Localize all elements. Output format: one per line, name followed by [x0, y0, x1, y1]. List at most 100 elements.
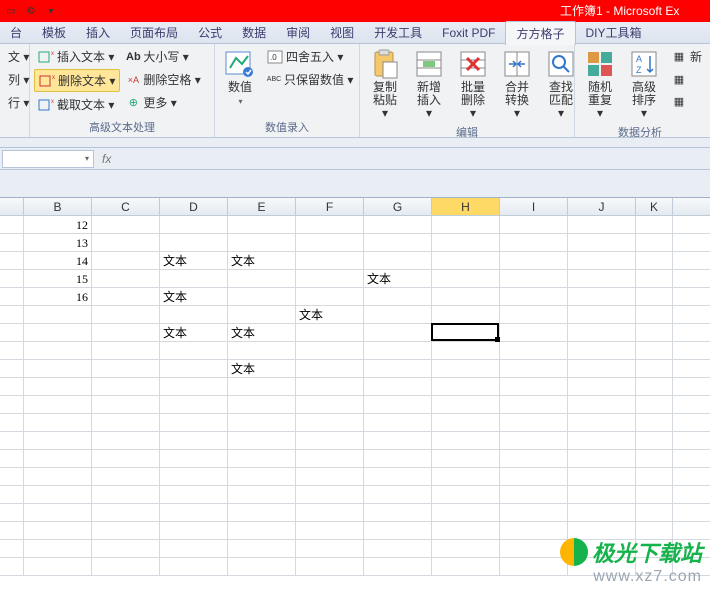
- cell[interactable]: [364, 522, 432, 539]
- cell[interactable]: [568, 324, 636, 341]
- cell[interactable]: [296, 360, 364, 377]
- merge-button[interactable]: 合并转换 ▾: [496, 46, 538, 122]
- cell[interactable]: [160, 504, 228, 521]
- cell[interactable]: [0, 252, 24, 269]
- trim-button[interactable]: ×A 删除空格 ▾: [122, 69, 204, 90]
- column-dropdown[interactable]: 列 ▾: [4, 69, 33, 90]
- col-header-C[interactable]: C: [92, 198, 160, 215]
- cell[interactable]: [296, 378, 364, 395]
- cell[interactable]: [296, 324, 364, 341]
- cell[interactable]: [568, 396, 636, 413]
- cell[interactable]: [0, 486, 24, 503]
- col-header-B[interactable]: B: [24, 198, 92, 215]
- tab-11[interactable]: DIY工具箱: [576, 21, 652, 44]
- cell[interactable]: [432, 558, 500, 575]
- cell[interactable]: [92, 450, 160, 467]
- tab-2[interactable]: 插入: [76, 21, 120, 44]
- tab-10[interactable]: 方方格子: [505, 21, 575, 45]
- cell[interactable]: [636, 468, 673, 485]
- cell[interactable]: [500, 234, 568, 251]
- cell[interactable]: [160, 486, 228, 503]
- cell[interactable]: [432, 396, 500, 413]
- cell[interactable]: [364, 324, 432, 341]
- cell[interactable]: [160, 558, 228, 575]
- cell[interactable]: [24, 360, 92, 377]
- cell[interactable]: 15: [24, 270, 92, 287]
- cell[interactable]: [92, 396, 160, 413]
- cell[interactable]: [500, 432, 568, 449]
- cell[interactable]: 14: [24, 252, 92, 269]
- cell[interactable]: [0, 396, 24, 413]
- insert-text-button[interactable]: x 插入文本 ▾: [34, 46, 120, 67]
- cell[interactable]: [364, 504, 432, 521]
- cell[interactable]: [500, 378, 568, 395]
- cell[interactable]: [92, 288, 160, 305]
- cell[interactable]: [364, 540, 432, 557]
- cell[interactable]: [568, 504, 636, 521]
- cell[interactable]: [160, 522, 228, 539]
- cell[interactable]: [24, 342, 92, 359]
- cell[interactable]: [364, 252, 432, 269]
- cell[interactable]: [160, 360, 228, 377]
- cell[interactable]: [160, 216, 228, 233]
- cell[interactable]: [24, 450, 92, 467]
- cell[interactable]: [500, 486, 568, 503]
- tab-1[interactable]: 模板: [32, 21, 76, 44]
- cell[interactable]: [432, 270, 500, 287]
- cell[interactable]: 文本: [160, 252, 228, 269]
- cell[interactable]: [568, 288, 636, 305]
- col-header-E[interactable]: E: [228, 198, 296, 215]
- cell[interactable]: 文本: [228, 360, 296, 377]
- cell[interactable]: [364, 306, 432, 323]
- cell[interactable]: [0, 558, 24, 575]
- cell[interactable]: 文本: [160, 288, 228, 305]
- cell[interactable]: [160, 432, 228, 449]
- cell[interactable]: [432, 234, 500, 251]
- cell[interactable]: [0, 468, 24, 485]
- cell[interactable]: [296, 522, 364, 539]
- cell[interactable]: [568, 540, 636, 557]
- cell[interactable]: 13: [24, 234, 92, 251]
- round-button[interactable]: .0 四舍五入 ▾: [263, 46, 357, 67]
- cell[interactable]: [432, 504, 500, 521]
- cell[interactable]: [228, 342, 296, 359]
- cell[interactable]: [636, 252, 673, 269]
- cell[interactable]: [0, 324, 24, 341]
- tab-4[interactable]: 公式: [188, 21, 232, 44]
- cell[interactable]: [92, 558, 160, 575]
- cell[interactable]: [432, 522, 500, 539]
- cell[interactable]: [92, 486, 160, 503]
- cell[interactable]: [92, 522, 160, 539]
- col-header-H[interactable]: H: [432, 198, 500, 215]
- cell[interactable]: [364, 486, 432, 503]
- cell[interactable]: [636, 540, 673, 557]
- cell[interactable]: [364, 468, 432, 485]
- cell[interactable]: [296, 504, 364, 521]
- more-button[interactable]: ⊕ 更多 ▾: [122, 92, 204, 113]
- cell[interactable]: [0, 540, 24, 557]
- cell[interactable]: [568, 432, 636, 449]
- cell[interactable]: [432, 324, 500, 341]
- cell[interactable]: [636, 450, 673, 467]
- cell[interactable]: [296, 216, 364, 233]
- cell[interactable]: [296, 450, 364, 467]
- cell[interactable]: [228, 396, 296, 413]
- cell[interactable]: [24, 396, 92, 413]
- cell[interactable]: [296, 252, 364, 269]
- qat-icon-1[interactable]: ▭: [2, 2, 20, 20]
- cell[interactable]: [296, 540, 364, 557]
- cell[interactable]: [296, 468, 364, 485]
- cell[interactable]: [24, 432, 92, 449]
- cell[interactable]: [500, 468, 568, 485]
- qat-dropdown-icon[interactable]: ▾: [42, 2, 60, 20]
- cell[interactable]: [568, 558, 636, 575]
- cell[interactable]: [636, 396, 673, 413]
- cell[interactable]: [432, 306, 500, 323]
- cell[interactable]: [500, 450, 568, 467]
- cell[interactable]: [92, 270, 160, 287]
- cell[interactable]: [432, 468, 500, 485]
- cell[interactable]: [228, 504, 296, 521]
- extra-1[interactable]: ▦新: [667, 46, 706, 67]
- cell[interactable]: [432, 342, 500, 359]
- cell[interactable]: [228, 468, 296, 485]
